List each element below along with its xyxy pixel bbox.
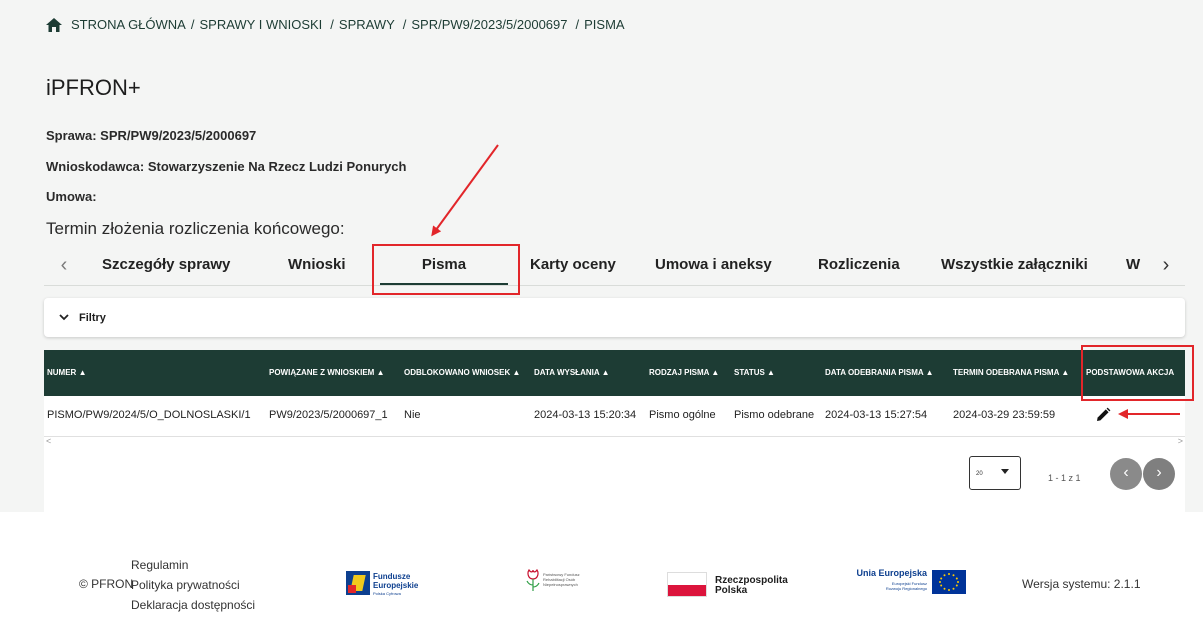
- filters-label: Filtry: [79, 311, 106, 324]
- cell-status: Pismo odebrane: [734, 409, 815, 421]
- home-icon[interactable]: [46, 17, 62, 32]
- case-number-label: Sprawa: SPR/PW9/2023/5/2000697: [46, 128, 257, 143]
- breadcrumb-separator: /: [330, 17, 334, 32]
- annotation-arrow-tab: [431, 144, 499, 237]
- rzeczpospolita-polska-logo: [667, 572, 707, 597]
- footer-link-accessibility[interactable]: Deklaracja dostępności: [131, 598, 255, 612]
- sort-asc-icon: ▲: [601, 368, 610, 377]
- cell-rodzaj: Pismo ogólne: [649, 409, 716, 421]
- tab-wnioski[interactable]: Wnioski: [288, 256, 346, 273]
- breadcrumb-sprawy-i-wnioski[interactable]: SPRAWY I WNIOSKI: [199, 17, 322, 32]
- cell-termin: 2024-03-29 23:59:59: [953, 409, 1056, 421]
- breadcrumb: STRONA GŁÓWNA / SPRAWY I WNIOSKI / SPRAW…: [46, 17, 625, 32]
- final-settlement-deadline: Termin złożenia rozliczenia końcowego:: [46, 219, 345, 238]
- header-termin-odebrania[interactable]: TERMIN ODEBRANA PISMA ▲: [953, 368, 1069, 377]
- header-status[interactable]: STATUS ▲: [734, 368, 775, 377]
- pfron-logo: [526, 569, 540, 591]
- cell-numer: PISMO/PW9/2024/5/O_DOLNOSLASKI/1: [47, 409, 251, 421]
- chevron-right-icon[interactable]: ›: [1156, 254, 1176, 277]
- filters-panel[interactable]: Filtry: [44, 298, 1185, 337]
- header-odblokowano[interactable]: ODBLOKOWANO WNIOSEK ▲: [404, 368, 520, 377]
- footer-copyright: © PFRON: [79, 577, 134, 591]
- app-title: iPFRON+: [46, 75, 141, 100]
- footer: © PFRON Regulamin Polityka prywatności D…: [0, 512, 1203, 621]
- fundusze-europejskie-logo: [346, 571, 370, 595]
- unia-europejska-text: Unia Europejska: [856, 568, 927, 578]
- cell-odblokowano: Nie: [404, 409, 421, 421]
- header-numer[interactable]: NUMER ▲: [47, 368, 87, 377]
- cell-data-wyslania: 2024-03-13 15:20:34: [534, 409, 637, 421]
- scroll-right-icon[interactable]: >: [1178, 436, 1183, 446]
- tab-szczegoly-sprawy[interactable]: Szczegóły sprawy: [102, 256, 230, 273]
- header-data-wyslania[interactable]: DATA WYSŁANIA ▲: [534, 368, 609, 377]
- content-area: STRONA GŁÓWNA / SPRAWY I WNIOSKI / SPRAW…: [0, 0, 1203, 512]
- tabs-bar: ‹ Szczegóły sprawy Wnioski Pisma Karty o…: [44, 246, 1185, 286]
- header-powiazane[interactable]: POWIĄZANE Z WNIOSKIEM ▲: [269, 368, 384, 377]
- row-divider: [44, 436, 1185, 437]
- chevron-down-icon: [59, 314, 69, 321]
- annotation-box-action-header: [1081, 345, 1194, 401]
- edit-pencil-icon[interactable]: [1095, 407, 1111, 423]
- page-size-value: 20: [976, 471, 983, 477]
- breadcrumb-sprawy[interactable]: SPRAWY: [339, 17, 395, 32]
- header-data-odebrania[interactable]: DATA ODEBRANIA PISMA ▲: [825, 368, 934, 377]
- pagination-range: 1 - 1 z 1: [1048, 473, 1081, 483]
- previous-page-button[interactable]: ‹: [1110, 458, 1142, 490]
- breadcrumb-current: PISMA: [584, 17, 625, 32]
- sort-asc-icon: ▲: [925, 368, 934, 377]
- eu-flag-logo: [932, 570, 966, 594]
- scroll-left-icon[interactable]: <: [46, 436, 51, 446]
- chevron-left-icon[interactable]: ‹: [54, 254, 74, 277]
- system-version: Wersja systemu: 2.1.1: [1022, 577, 1141, 591]
- tab-karty-oceny[interactable]: Karty oceny: [530, 256, 616, 273]
- cell-powiazane: PW9/2023/5/2000697_1: [269, 409, 388, 421]
- rzeczpospolita-polska-text: Rzeczpospolita Polska: [715, 575, 788, 596]
- fundusze-europejskie-text: Fundusze Europejskie: [373, 572, 419, 590]
- next-page-button[interactable]: ›: [1143, 458, 1175, 490]
- sort-asc-icon: ▲: [512, 368, 521, 377]
- sort-asc-icon: ▲: [78, 368, 87, 377]
- header-rodzaj-pisma[interactable]: RODZAJ PISMA ▲: [649, 368, 719, 377]
- tab-wszystkie-zalaczniki[interactable]: Wszystkie załączniki: [941, 256, 1088, 273]
- tab-rozliczenia[interactable]: Rozliczenia: [818, 256, 900, 273]
- letters-table: NUMER ▲ POWIĄZANE Z WNIOSKIEM ▲ ODBLOKOW…: [44, 350, 1185, 512]
- unia-europejska-sub: Europejski Fundusz Rozwoju Regionalnego: [885, 581, 927, 591]
- horizontal-scrollbar[interactable]: < >: [44, 436, 1185, 448]
- page-size-select[interactable]: 20: [969, 456, 1021, 490]
- sort-asc-icon: ▲: [711, 368, 720, 377]
- breadcrumb-case-number[interactable]: SPR/PW9/2023/5/2000697: [411, 17, 567, 32]
- pfron-logo-text: Państwowy Fundusz Rehabilitacji Osób Nie…: [543, 572, 580, 587]
- dropdown-caret-icon: [1001, 469, 1009, 474]
- footer-link-privacy[interactable]: Polityka prywatności: [131, 578, 240, 592]
- tab-umowa-i-aneksy[interactable]: Umowa i aneksy: [655, 256, 772, 273]
- applicant-label: Wnioskodawca: Stowarzyszenie Na Rzecz Lu…: [46, 159, 407, 174]
- cell-data-odebrania: 2024-03-13 15:27:54: [825, 409, 928, 421]
- table-header: NUMER ▲ POWIĄZANE Z WNIOSKIEM ▲ ODBLOKOW…: [44, 350, 1185, 396]
- breadcrumb-separator: /: [402, 17, 407, 32]
- sort-asc-icon: ▲: [767, 368, 775, 377]
- agreement-label: Umowa:: [46, 189, 97, 204]
- breadcrumb-separator: /: [190, 17, 195, 32]
- sort-asc-icon: ▲: [376, 368, 385, 377]
- tab-truncated[interactable]: W: [1126, 256, 1140, 273]
- breadcrumb-separator: /: [575, 17, 580, 32]
- annotation-box-tab: [372, 244, 520, 295]
- sort-asc-icon: ▲: [1061, 368, 1070, 377]
- fundusze-europejskie-sub: Polska Cyfrowa: [373, 591, 401, 596]
- footer-link-regulamin[interactable]: Regulamin: [131, 558, 188, 572]
- breadcrumb-home[interactable]: STRONA GŁÓWNA: [71, 17, 186, 32]
